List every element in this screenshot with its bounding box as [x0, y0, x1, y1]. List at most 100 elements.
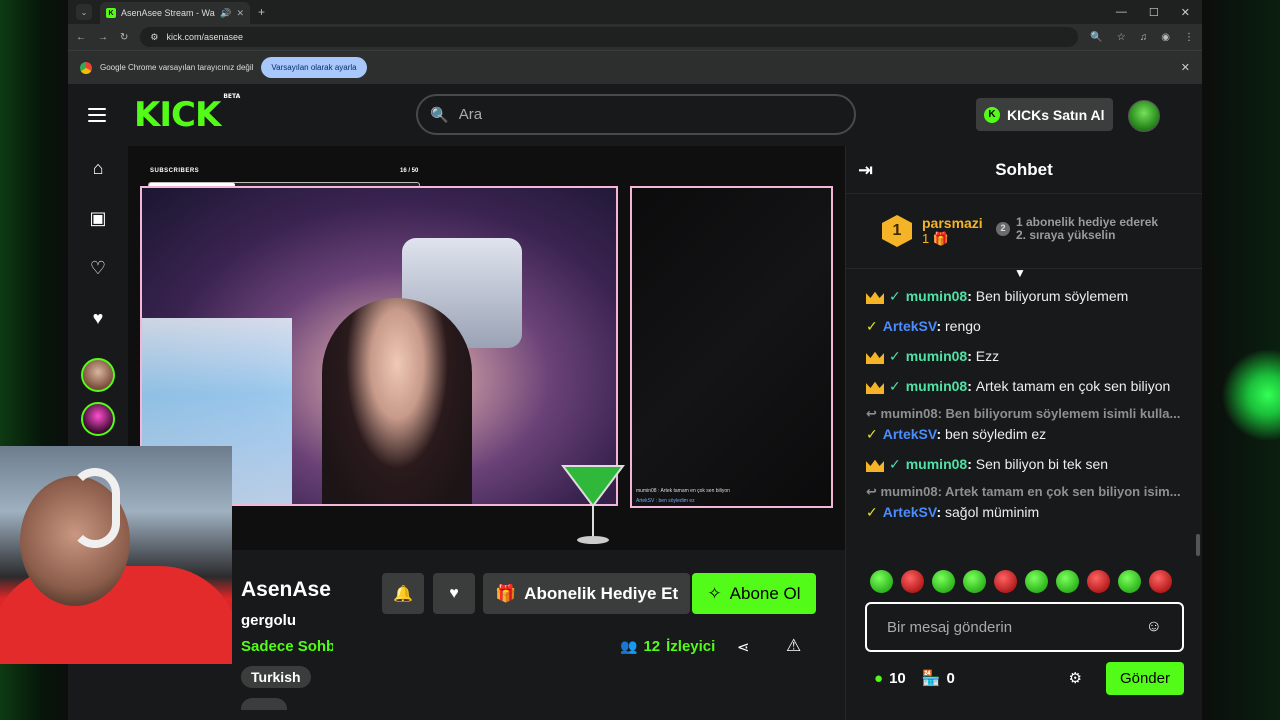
share-icon[interactable]: ⋖: [737, 638, 750, 656]
hamburger-menu-icon[interactable]: [88, 108, 106, 122]
video-player[interactable]: SUBSCRIBERS 16 / 50 mumin08 : Artek tama…: [128, 146, 845, 550]
gift-leaderboard: 1 parsmazi 1 🎁 2 1 abonelik hediye edere…: [846, 194, 1202, 269]
collapse-chat-icon[interactable]: ⇥: [858, 160, 873, 181]
chat-username[interactable]: mumin08: [906, 378, 967, 394]
chat-username[interactable]: mumin08: [906, 288, 967, 304]
followed-channels-heart-icon: ♥: [92, 307, 104, 328]
chat-username[interactable]: ArtekSV: [883, 426, 937, 442]
gift-icon: 🎁: [495, 583, 517, 603]
emote-icon[interactable]: [901, 570, 924, 593]
buy-kicks-button[interactable]: K KICKs Satın Al: [976, 98, 1113, 131]
address-bar: ← → ↻ ⚙ kick.com/asenasee 🔍 ☆ ♫ ◉ ⋮: [68, 24, 1202, 50]
send-message-button[interactable]: Gönder: [1105, 661, 1184, 695]
search-box[interactable]: 🔍: [416, 94, 856, 135]
search-input[interactable]: [458, 106, 842, 123]
headset-icon: [70, 468, 120, 548]
search-icon: 🔍: [430, 106, 449, 124]
gift-subscription-button[interactable]: 🎁 Abonelik Hediye Et: [483, 573, 691, 614]
stream-category[interactable]: Sadece Sohb: [241, 638, 333, 655]
menu-dots-icon[interactable]: ⋮: [1184, 32, 1194, 43]
emote-icon[interactable]: [1087, 570, 1110, 593]
profile-icon[interactable]: ◉: [1161, 32, 1170, 43]
kicks-balance-icon[interactable]: ●: [874, 670, 883, 687]
follow-heart-button[interactable]: ♥: [433, 573, 475, 614]
tab-strip: ⌄ K AsenAsee Stream - Watch L 🔊 ✕ + — ☐ …: [68, 0, 1202, 24]
martini-glass-icon: [561, 465, 625, 544]
crown-badge-icon: [866, 381, 884, 395]
ambient-background-right: [1200, 0, 1280, 720]
emote-icon[interactable]: [963, 570, 986, 593]
emote-icon[interactable]: [1025, 570, 1048, 593]
emote-icon[interactable]: [1118, 570, 1141, 593]
reply-reference[interactable]: ↩ mumin08: Ben biliyorum söylemem isimli…: [866, 406, 1186, 422]
emote-icon[interactable]: [870, 570, 893, 593]
site-info-icon[interactable]: ⚙: [150, 32, 158, 43]
emote-icon[interactable]: [1056, 570, 1079, 593]
channel-name[interactable]: AsenAse: [241, 578, 331, 602]
chat-input-box[interactable]: ☺: [865, 602, 1184, 652]
new-tab-button[interactable]: +: [258, 5, 265, 19]
chat-username[interactable]: ArtekSV: [883, 318, 937, 334]
tab-close-icon[interactable]: ✕: [236, 8, 244, 19]
following-heart-icon[interactable]: ♡: [88, 258, 108, 278]
chat-username[interactable]: ArtekSV: [883, 504, 937, 520]
emote-icon[interactable]: [1149, 570, 1172, 593]
chat-scrollbar[interactable]: [1196, 534, 1200, 556]
emote-icon[interactable]: [932, 570, 955, 593]
media-control-icon[interactable]: ♫: [1140, 32, 1148, 43]
chat-message-input[interactable]: [887, 618, 1146, 636]
chat-username[interactable]: mumin08: [906, 348, 967, 364]
home-icon[interactable]: ⌂: [88, 158, 108, 178]
address-bar-icons: 🔍 ☆ ♫ ◉ ⋮: [1090, 32, 1194, 43]
chrome-icon: [80, 61, 92, 74]
default-browser-infobar: Google Chrome varsayılan tarayıcınız değ…: [68, 50, 1202, 84]
reload-icon[interactable]: ↻: [120, 32, 128, 43]
top-gifter-name[interactable]: parsmazi: [922, 215, 983, 231]
tab-title: AsenAsee Stream - Watch L: [121, 8, 215, 18]
minimize-button[interactable]: —: [1116, 6, 1127, 19]
close-window-button[interactable]: ✕: [1181, 6, 1190, 19]
maximize-button[interactable]: ☐: [1149, 6, 1159, 19]
back-icon[interactable]: ←: [76, 32, 86, 43]
reply-reference[interactable]: ↩ mumin08: Artek tamam en çok sen biliyo…: [866, 484, 1186, 500]
subscribe-button[interactable]: ✧ Abone Ol: [692, 573, 816, 614]
speaker-icon: 🔊: [220, 7, 232, 18]
set-default-button[interactable]: Varsayılan olarak ayarla: [261, 57, 367, 78]
viewer-count-value: 12: [643, 638, 661, 655]
verified-badge-icon: ✓: [889, 378, 901, 394]
forward-icon[interactable]: →: [98, 32, 108, 43]
chat-username[interactable]: mumin08: [906, 456, 967, 472]
followed-channel-avatar[interactable]: [81, 402, 115, 436]
viewer-count-label: İzleyici: [666, 638, 716, 655]
url-text: kick.com/asenasee: [166, 32, 244, 42]
emoji-picker-icon[interactable]: ☺: [1146, 618, 1162, 636]
verified-badge-icon: ✓: [889, 456, 901, 472]
tab-search-button[interactable]: ⌄: [76, 4, 92, 20]
followed-channel-avatar[interactable]: [81, 358, 115, 392]
user-avatar[interactable]: [1128, 100, 1160, 132]
chat-settings-gear-icon[interactable]: ⚙: [1069, 669, 1082, 687]
notification-bell-button[interactable]: 🔔: [382, 573, 424, 614]
report-warning-icon[interactable]: ⚠: [786, 636, 801, 656]
window-controls: — ☐ ✕: [1116, 6, 1202, 19]
bookmark-star-icon[interactable]: ☆: [1117, 32, 1126, 43]
tab-kick-stream[interactable]: K AsenAsee Stream - Watch L 🔊 ✕: [100, 2, 250, 24]
kick-page: KICKBETA 🔍 K KICKs Satın Al ⌂ ▣ ♡ ♥ SUBS…: [0, 84, 1202, 720]
verified-badge-icon: ✓: [866, 318, 878, 334]
heart-icon: ♥: [449, 584, 459, 602]
url-field[interactable]: ⚙ kick.com/asenasee: [140, 27, 1079, 47]
scroll-to-pinned-icon[interactable]: ▼: [1014, 266, 1030, 280]
beta-badge: BETA: [223, 93, 241, 100]
browse-icon[interactable]: ▣: [88, 208, 108, 228]
sparkle-icon: ✧: [707, 583, 722, 603]
zoom-icon[interactable]: 🔍: [1090, 32, 1102, 43]
infobar-close-icon[interactable]: ✕: [1181, 61, 1190, 74]
language-tag[interactable]: Turkish: [241, 666, 311, 688]
emote-icon[interactable]: [994, 570, 1017, 593]
kick-logo[interactable]: KICK BETA: [134, 93, 240, 135]
top-gifter-count: 1 🎁: [922, 231, 950, 246]
chat-message: ✓ mumin08: Artek tamam en çok sen biliyon: [866, 376, 1186, 397]
stream-tag[interactable]: [241, 698, 287, 710]
bell-icon: 🔔: [393, 585, 413, 603]
store-icon[interactable]: 🏪: [922, 669, 941, 687]
